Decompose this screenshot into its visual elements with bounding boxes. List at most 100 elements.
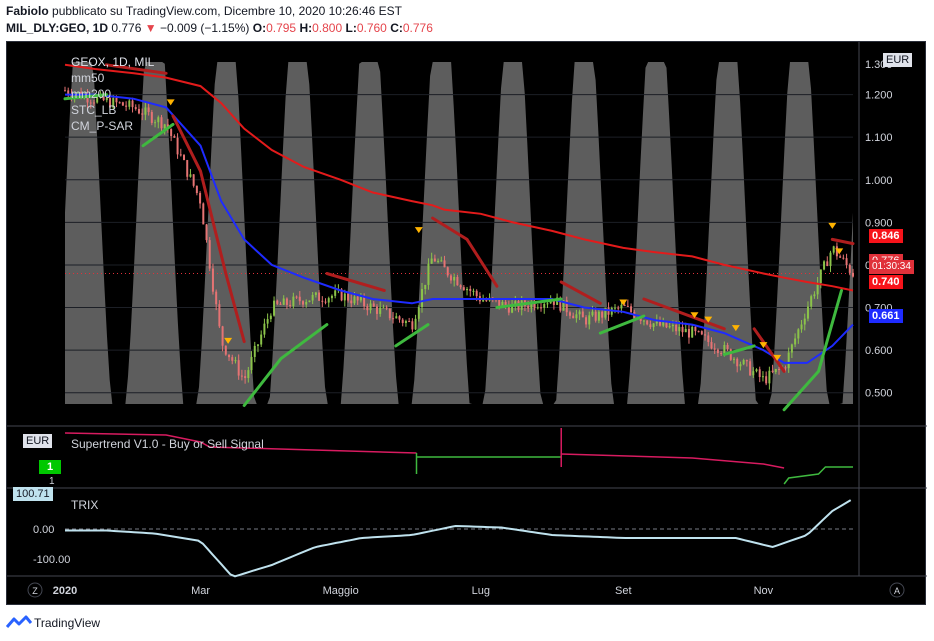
candle-body	[713, 348, 716, 350]
candle-body	[163, 124, 166, 129]
candle-body	[266, 319, 269, 324]
supertrend-bull-line-2	[783, 466, 853, 485]
candle-body	[363, 296, 366, 307]
candle-body	[237, 360, 240, 376]
candle-body	[356, 296, 359, 301]
candle-body	[414, 318, 417, 330]
candle-body	[240, 375, 243, 377]
candle-body	[681, 326, 684, 333]
candle-body	[353, 296, 356, 304]
candle-body	[536, 307, 539, 309]
candle-body	[675, 324, 678, 332]
legend-symbol-title[interactable]: GEOX, 1D, MIL	[71, 54, 154, 70]
time-tick-label: Maggio	[323, 585, 359, 597]
candle-body	[848, 264, 851, 273]
candle-body	[819, 269, 822, 283]
open-label: O:	[252, 21, 267, 35]
supertrend-legend[interactable]: Supertrend V1.0 - Buy or Sell Signal	[71, 436, 264, 452]
candle-body	[401, 319, 404, 323]
candle-body	[601, 311, 604, 318]
legend-stc[interactable]: STC_LB	[71, 102, 154, 118]
candle-body	[64, 90, 66, 92]
mm50-price-badge: 0.661	[869, 309, 903, 323]
candle-body	[292, 296, 295, 307]
legend-mm50[interactable]: mm50	[71, 70, 154, 86]
time-tick-label: Nov	[754, 585, 774, 597]
candle-body	[527, 306, 530, 309]
candle-body	[755, 369, 758, 372]
time-tick-label: 2020	[53, 585, 77, 597]
footer: TradingView	[6, 610, 306, 636]
candle-body	[626, 305, 629, 307]
low-value: 0.760	[356, 21, 387, 35]
high-value: 0.800	[312, 21, 343, 35]
candle-body	[247, 370, 250, 379]
candle-body	[173, 136, 176, 138]
price-tick-label: 1.100	[865, 132, 893, 144]
candle-body	[411, 321, 414, 330]
candle-body	[646, 320, 649, 325]
symbol-line: MIL_DLY:GEO, 1D 0.776 ▼ −0.009 (−1.15%) …	[6, 20, 926, 37]
candle-body	[642, 320, 645, 322]
candle-body	[440, 260, 443, 262]
candle-body	[392, 318, 395, 320]
candle-body	[752, 371, 755, 376]
open-value: 0.795	[266, 21, 297, 35]
candle-body	[826, 261, 829, 267]
trix-tick-label: 0.00	[33, 524, 54, 536]
candle-body	[269, 315, 272, 320]
candle-body	[176, 137, 179, 155]
candle-body	[221, 326, 224, 346]
candle-body	[215, 291, 218, 305]
candle-body	[742, 360, 745, 365]
signal-triangle-icon	[619, 299, 628, 306]
candle-body	[253, 345, 256, 357]
candle-body	[449, 275, 452, 281]
candle-body	[671, 324, 674, 327]
legend-mm200[interactable]: mm200	[71, 86, 154, 102]
candle-body	[761, 376, 764, 378]
candle-body	[404, 321, 407, 323]
candle-body	[382, 307, 385, 309]
candle-body	[224, 345, 227, 355]
candle-body	[366, 306, 369, 311]
chart-area[interactable]: 1.2001.1001.0000.9000.8000.7000.6000.500…	[6, 41, 927, 605]
candle-body	[466, 288, 469, 291]
candle-body	[540, 307, 543, 309]
candle-body	[430, 258, 433, 264]
candle-body	[443, 260, 446, 268]
st-currency-badge[interactable]: EUR	[23, 434, 53, 448]
candle-body	[823, 261, 826, 270]
candle-body	[829, 252, 832, 267]
trix-legend[interactable]: TRIX	[71, 497, 98, 513]
trix-tick-label: -100.00	[33, 554, 70, 566]
tradingview-logo-icon[interactable]	[6, 615, 32, 631]
legend-sar[interactable]: CM_P-SAR	[71, 118, 154, 134]
candle-body	[456, 276, 459, 286]
candle-body	[597, 311, 600, 321]
candle-body	[694, 326, 697, 332]
candle-body	[302, 301, 305, 305]
candle-body	[195, 185, 198, 194]
candle-body	[485, 300, 488, 302]
candle-body	[716, 349, 719, 354]
candle-body	[707, 335, 710, 342]
candle-body	[318, 292, 321, 301]
candle-body	[572, 315, 575, 319]
currency-badge[interactable]: EUR	[883, 53, 913, 67]
close-label: C:	[390, 21, 403, 35]
candle-body	[395, 316, 398, 319]
candle-body	[697, 331, 700, 333]
tradingview-brand[interactable]: TradingView	[34, 616, 100, 630]
candle-body	[845, 258, 848, 265]
candle-body	[427, 263, 430, 285]
time-tick-label: Set	[615, 585, 632, 597]
candle-body	[179, 154, 182, 156]
price-tick-label: 0.600	[865, 345, 893, 357]
candle-body	[568, 312, 571, 316]
candle-body	[462, 287, 465, 291]
candle-body	[723, 344, 726, 354]
candle-body	[546, 303, 549, 305]
down-arrow-icon: ▼	[144, 21, 157, 35]
candle-body	[813, 294, 816, 297]
